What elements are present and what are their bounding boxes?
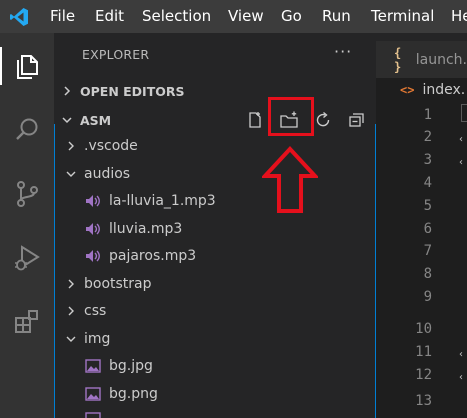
tab-bar: { } launch.	[376, 33, 467, 78]
open-editors-header[interactable]: OPEN EDITORS	[54, 80, 376, 102]
menu-run[interactable]: Run	[322, 7, 351, 25]
tree-item-label: img	[84, 330, 111, 347]
tree-folder-bootstrap[interactable]: bootstrap	[54, 270, 376, 297]
line-number: 13	[415, 393, 432, 409]
menu-terminal[interactable]: Terminal	[371, 7, 434, 25]
json-file-icon: { }	[394, 45, 402, 74]
tree-folder-css[interactable]: css	[54, 297, 376, 324]
html-file-icon: <>	[400, 83, 415, 97]
breadcrumb-file-label: index.	[422, 82, 466, 98]
line-number: 11	[415, 344, 432, 360]
line-number: 2	[423, 129, 432, 145]
source-control-icon[interactable]	[0, 167, 54, 221]
new-folder-highlight-box	[268, 97, 314, 136]
tree-item-label: audios	[84, 165, 131, 182]
tree-file-bg-jpg[interactable]: bg.jpg	[54, 352, 376, 379]
tab-label: launch.	[415, 51, 467, 68]
image-file-icon	[85, 358, 101, 374]
open-editors-label: OPEN EDITORS	[80, 83, 185, 99]
audio-file-icon	[85, 193, 101, 209]
image-file-icon	[85, 386, 101, 402]
tab-launch-json[interactable]: { } launch.	[376, 41, 467, 78]
tree-file-partial[interactable]	[54, 407, 376, 418]
files-icon[interactable]	[0, 39, 54, 93]
explorer-title: EXPLORER	[82, 47, 150, 62]
run-debug-icon[interactable]	[0, 231, 54, 285]
image-file-icon	[85, 411, 101, 418]
line-number: 10	[415, 321, 432, 337]
line-number: 1	[423, 107, 432, 123]
fold-marker-icon: ‹	[459, 372, 463, 383]
red-arrow-up-icon	[262, 146, 318, 213]
menu-file[interactable]: File	[50, 7, 75, 25]
more-actions-button[interactable]: ···	[334, 42, 352, 61]
chevron-down-icon	[64, 332, 78, 346]
title-bar: File Edit Selection View Go Run Terminal…	[0, 0, 467, 33]
line-number: 7	[423, 243, 432, 259]
menu-selection[interactable]: Selection	[142, 7, 211, 25]
chevron-right-icon	[54, 86, 80, 96]
tree-file-la-lluvia[interactable]: la-lluvia_1.mp3	[54, 187, 376, 214]
breadcrumb[interactable]: <> index.	[376, 78, 467, 102]
extensions-icon[interactable]	[0, 295, 54, 349]
line-number: 9	[423, 289, 432, 305]
tree-folder-img[interactable]: img	[54, 325, 376, 352]
explorer-sidebar: EXPLORER ··· OPEN EDITORS ASM .vscode au…	[54, 33, 376, 418]
tree-item-label: bootstrap	[84, 275, 152, 292]
menu-view[interactable]: View	[228, 7, 264, 25]
fold-marker-icon: ‹	[459, 349, 463, 360]
audio-file-icon	[85, 248, 101, 264]
tree-folder-vscode[interactable]: .vscode	[54, 132, 376, 159]
tree-file-bg-png[interactable]: bg.png	[54, 380, 376, 407]
menu-edit[interactable]: Edit	[95, 7, 124, 25]
line-number: 4	[423, 175, 432, 191]
tree-item-label: bg.jpg	[109, 357, 153, 374]
line-number: 6	[423, 221, 432, 237]
tree-item-label: la-lluvia_1.mp3	[109, 192, 216, 209]
chevron-right-icon	[64, 139, 78, 153]
tree-item-label: lluvia.mp3	[109, 220, 183, 237]
vscode-logo-icon	[10, 8, 28, 26]
line-number: 12	[415, 367, 432, 383]
fold-marker-icon: ‹	[459, 134, 463, 145]
tree-file-pajaros[interactable]: pajaros.mp3	[54, 242, 376, 269]
audio-file-icon	[85, 221, 101, 237]
fold-marker-icon: ‹	[459, 157, 463, 168]
line-number: 5	[423, 198, 432, 214]
tree-file-lluvia[interactable]: lluvia.mp3	[54, 215, 376, 242]
tree-item-label: .vscode	[84, 137, 138, 154]
line-number: 3	[423, 152, 432, 168]
current-line-indicator	[461, 104, 467, 122]
menu-help[interactable]: He	[451, 7, 467, 25]
tree-item-label: css	[84, 302, 107, 319]
activity-bar	[0, 33, 54, 418]
tree-item-label: bg.png	[109, 385, 158, 402]
menu-go[interactable]: Go	[281, 7, 302, 25]
tree-item-label: pajaros.mp3	[109, 247, 197, 264]
chevron-right-icon	[64, 277, 78, 291]
line-number: 8	[423, 266, 432, 282]
editor-area: { } launch. <> index. 1 2 3 4 5 6 7 8 9 …	[376, 33, 467, 418]
chevron-down-icon	[64, 167, 78, 181]
chevron-right-icon	[64, 304, 78, 318]
search-icon[interactable]	[0, 103, 54, 157]
tree-folder-audios[interactable]: audios	[54, 160, 376, 187]
